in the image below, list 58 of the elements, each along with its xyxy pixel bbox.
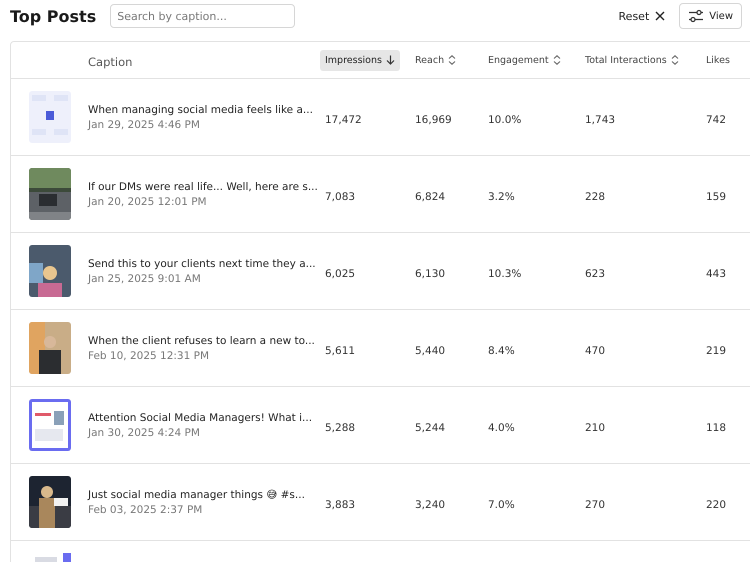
post-date: Jan 29, 2025 4:46 PM bbox=[88, 118, 201, 130]
table-cell: 7.0% bbox=[488, 498, 515, 510]
column-header[interactable]: Impressions bbox=[320, 50, 400, 70]
table-cell: 1,743 bbox=[585, 114, 616, 126]
post-caption: If our DMs were real life... Well, here are s... bbox=[88, 180, 319, 192]
table-cell: 470 bbox=[585, 344, 606, 356]
table-cell: 210 bbox=[585, 422, 606, 434]
column-header: Caption bbox=[88, 54, 132, 68]
table-cell: 5,611 bbox=[325, 344, 356, 356]
close-icon bbox=[655, 11, 666, 21]
table-cell: 6,130 bbox=[415, 268, 446, 280]
table-cell: 5,440 bbox=[415, 344, 446, 356]
post-caption: When the client refuses to learn a new to... bbox=[88, 334, 316, 346]
view-button[interactable]: View bbox=[679, 3, 742, 29]
table-cell: 7,083 bbox=[325, 190, 356, 202]
table-cell: 8.4% bbox=[488, 344, 515, 356]
sort-icon bbox=[552, 55, 561, 65]
table-cell: 17,472 bbox=[325, 114, 362, 126]
table-cell: 220 bbox=[706, 498, 726, 510]
table-cell: 228 bbox=[585, 190, 606, 202]
table-cell: 6,025 bbox=[325, 268, 356, 280]
table-cell: 3.2% bbox=[488, 190, 515, 202]
post-caption: Just social media manager things 😅 #s... bbox=[88, 488, 306, 500]
column-header[interactable]: Likes bbox=[701, 50, 735, 70]
table-cell: 6,824 bbox=[415, 190, 446, 202]
post-date: Feb 10, 2025 12:31 PM bbox=[88, 350, 210, 362]
column-header[interactable]: Engagement bbox=[483, 50, 566, 70]
table-cell: 10.3% bbox=[488, 268, 522, 280]
table-cell: 16,969 bbox=[415, 114, 452, 126]
page-title: Top Posts bbox=[10, 6, 96, 26]
sort-icon bbox=[670, 55, 679, 65]
post-caption: Send this to your clients next time they a... bbox=[88, 258, 317, 270]
sort-down-icon bbox=[386, 55, 395, 65]
column-header[interactable]: Total Interactions bbox=[580, 50, 684, 70]
table-cell: 219 bbox=[706, 344, 726, 356]
post-date: Feb 03, 2025 2:37 PM bbox=[88, 504, 204, 516]
table-cell: 5,288 bbox=[325, 422, 356, 434]
post-date: Jan 30, 2025 4:24 PM bbox=[88, 426, 201, 438]
sort-icon bbox=[448, 55, 456, 65]
sliders-icon bbox=[688, 9, 704, 23]
post-date: Jan 20, 2025 12:01 PM bbox=[88, 196, 208, 208]
reset-button[interactable]: Reset bbox=[614, 6, 670, 26]
table-cell: 742 bbox=[706, 114, 726, 126]
post-date: Jan 25, 2025 9:01 AM bbox=[88, 272, 202, 284]
post-caption: When managing social media feels like a... bbox=[88, 104, 314, 116]
table-cell: 270 bbox=[585, 498, 606, 510]
table-cell: 5,244 bbox=[415, 422, 446, 434]
table-cell: 118 bbox=[706, 422, 726, 434]
search-field[interactable]: Search by caption... bbox=[110, 4, 296, 28]
table-cell: 623 bbox=[585, 268, 606, 280]
post-caption: Attention Social Media Managers! What i... bbox=[88, 412, 314, 424]
column-header[interactable]: Reach bbox=[410, 50, 462, 70]
table-cell: 3,240 bbox=[415, 498, 446, 510]
table-cell: 3,883 bbox=[325, 498, 356, 510]
table-cell: 443 bbox=[706, 268, 726, 280]
table-cell: 4.0% bbox=[488, 422, 515, 434]
table-cell: 10.0% bbox=[488, 114, 522, 126]
table-cell: 159 bbox=[706, 190, 726, 202]
